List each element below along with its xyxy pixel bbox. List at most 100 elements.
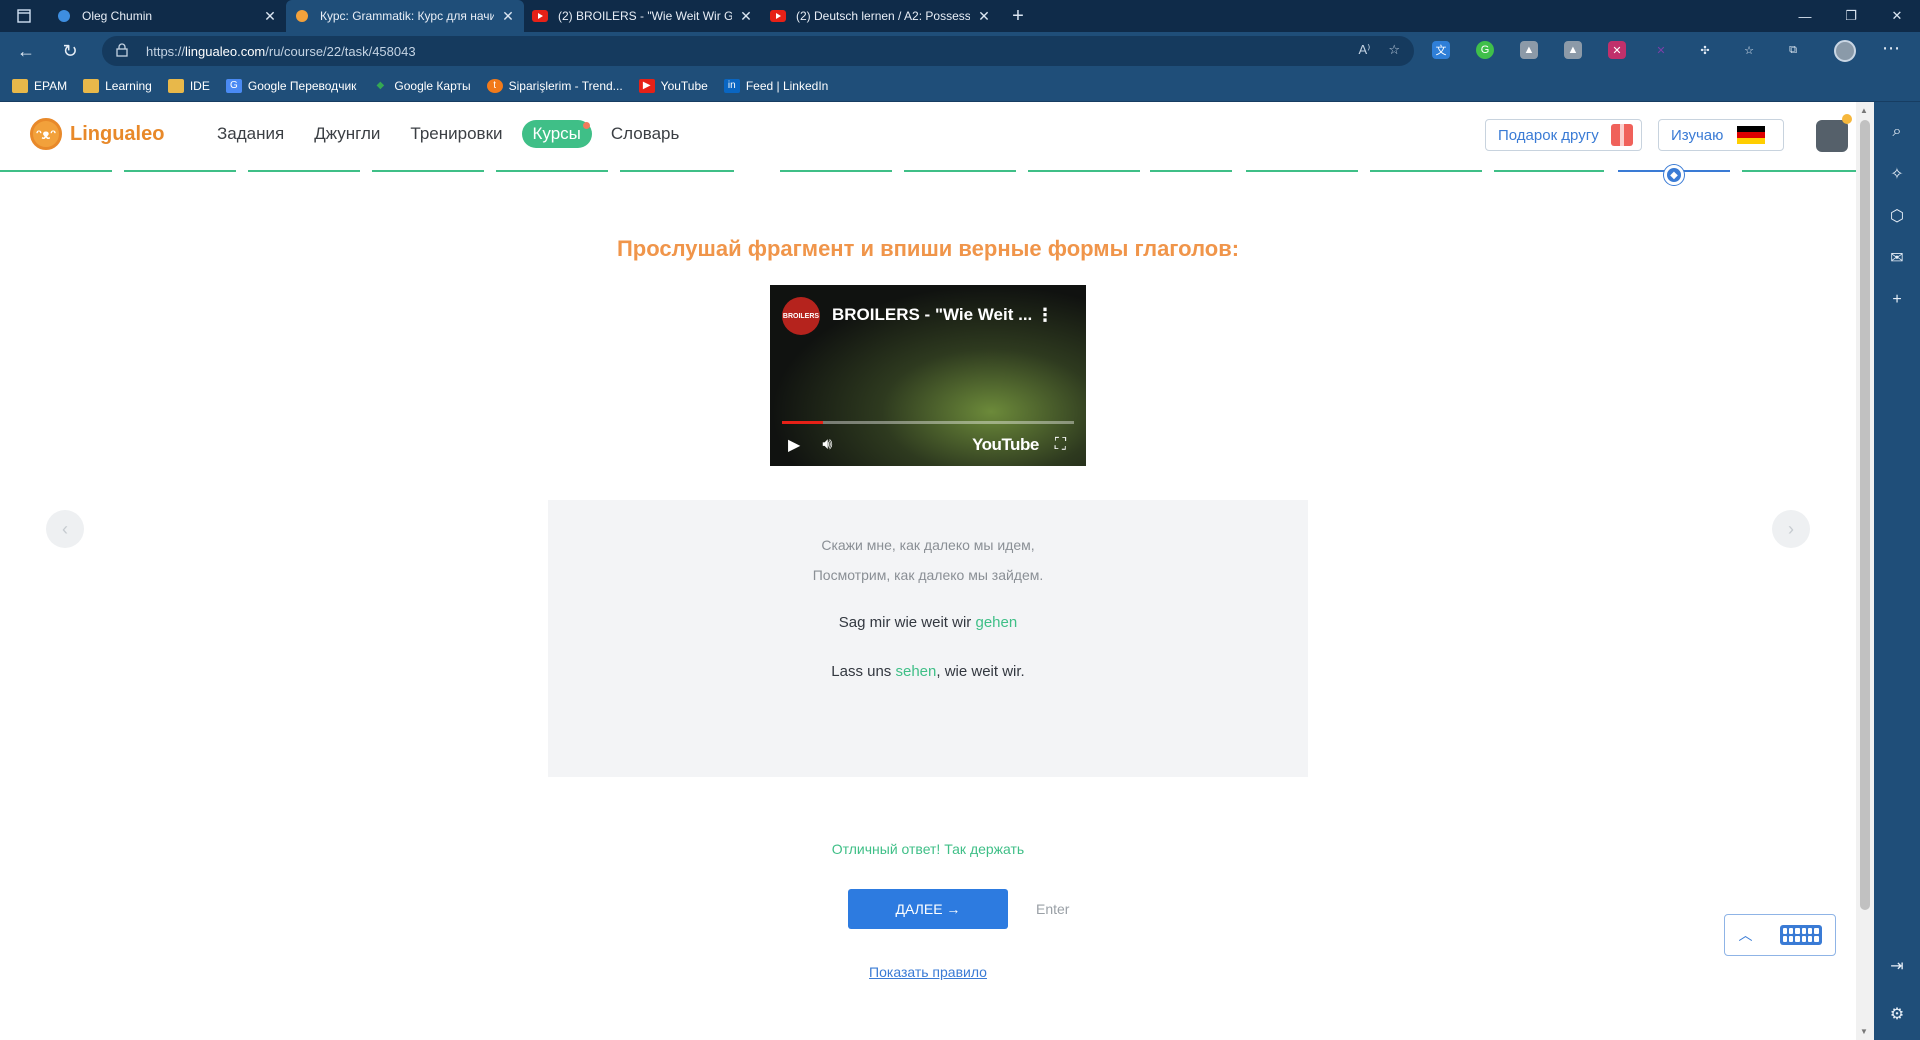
learning-language-button[interactable]: Изучаю — [1658, 119, 1784, 151]
collections-icon[interactable]: ⧉ — [1784, 41, 1802, 59]
progress-segment[interactable] — [620, 170, 734, 172]
folder-icon — [83, 78, 100, 93]
extensions-bar: 文 G ▲ ▲ ✕ ✕ ✣ ☆ ⧉ — [1432, 41, 1802, 59]
nav-tasks[interactable]: Задания — [206, 120, 295, 148]
tab-title: Oleg Chumin — [82, 9, 153, 23]
bookmark-ide[interactable]: IDE — [167, 74, 210, 98]
channel-logo[interactable]: BROILERS — [782, 297, 820, 335]
extension-icon[interactable]: ▲ — [1564, 41, 1582, 59]
back-icon[interactable]: ← — [8, 35, 44, 67]
scroll-up-icon[interactable]: ▲ — [1860, 106, 1868, 115]
browser-tab[interactable]: (2) BROILERS - "Wie Weit Wir Ge ✕ — [524, 0, 762, 32]
progress-segment[interactable] — [904, 170, 1016, 172]
grammarly-extension-icon[interactable]: G — [1476, 41, 1494, 59]
extension-icon[interactable]: ✕ — [1608, 41, 1626, 59]
add-icon[interactable]: + — [1885, 288, 1909, 312]
notification-dot — [582, 122, 590, 129]
progress-segment[interactable] — [248, 170, 360, 172]
progress-segment[interactable] — [1028, 170, 1140, 172]
hide-sidebar-icon[interactable]: ⇥ — [1885, 954, 1909, 978]
address-bar[interactable]: https://lingualeo.com/ru/course/22/task/… — [102, 36, 1414, 66]
translation-line: Скажи мне, как далеко мы идем, — [821, 537, 1035, 553]
tab-actions-icon[interactable] — [0, 0, 48, 32]
youtube-video-player[interactable]: BROILERS BROILERS - "Wie Weit ... ⋮ ▶ 🔊︎… — [770, 285, 1086, 466]
bookmark-linkedin[interactable]: in Feed | LinkedIn — [723, 74, 828, 98]
outlook-icon[interactable]: ✉ — [1885, 246, 1909, 270]
tab-strip: Oleg Chumin ✕ Курс: Grammatik: Курс для … — [0, 0, 1920, 32]
search-icon[interactable]: ⌕ — [1885, 120, 1909, 144]
bookmark-epam[interactable]: EPAM — [12, 74, 67, 98]
progress-segment[interactable] — [1150, 170, 1232, 172]
browser-tab[interactable]: (2) Deutsch lernen / A2: Possessi ✕ — [762, 0, 1000, 32]
scroll-thumb[interactable] — [1860, 120, 1870, 910]
progress-segment[interactable] — [780, 170, 892, 172]
progress-segment[interactable] — [1370, 170, 1482, 172]
url-prefix: https:// — [146, 43, 186, 59]
translation-line: Посмотрим, как далеко мы зайдем. — [812, 567, 1044, 583]
progress-segment[interactable] — [0, 170, 112, 172]
extension-icon[interactable]: ✕ — [1652, 41, 1670, 59]
new-tab-icon[interactable]: + — [1000, 0, 1036, 32]
restore-icon[interactable]: ❐ — [1828, 0, 1874, 32]
refresh-icon[interactable]: ↻ — [52, 35, 88, 67]
bookmark-google-maps[interactable]: ◆ Google Карты — [372, 74, 471, 98]
trendyol-icon: t — [486, 78, 503, 93]
bookmark-trendyol[interactable]: t Siparişlerim - Trend... — [486, 74, 623, 98]
progress-segment[interactable] — [1246, 170, 1358, 172]
extensions-puzzle-icon[interactable]: ✣ — [1696, 41, 1714, 59]
bookmark-learning[interactable]: Learning — [83, 74, 152, 98]
translate-extension-icon[interactable]: 文 — [1432, 41, 1450, 59]
progress-segment[interactable] — [372, 170, 484, 172]
favorites-icon[interactable]: ☆ — [1740, 41, 1758, 59]
more-menu-icon[interactable]: ⋯ — [1882, 38, 1900, 59]
page-scrollbar[interactable]: ▲ ▼ — [1856, 102, 1874, 1040]
browser-tab[interactable]: Oleg Chumin ✕ — [48, 0, 286, 32]
progress-segment[interactable] — [1494, 170, 1604, 172]
previous-task-icon[interactable]: ‹ — [46, 510, 84, 548]
read-aloud-icon[interactable]: A⁾ — [1358, 42, 1370, 58]
close-window-icon[interactable]: ✕ — [1874, 0, 1920, 32]
volume-icon[interactable]: 🔊︎ — [822, 436, 832, 454]
next-button[interactable]: ДАЛЕЕ → — [848, 889, 1008, 929]
progress-segment[interactable] — [496, 170, 608, 172]
nav-courses[interactable]: Курсы — [521, 120, 592, 148]
current-task-marker-icon: ◆ — [1664, 165, 1684, 185]
close-icon[interactable]: ✕ — [738, 8, 754, 25]
youtube-icon: ▶ — [638, 78, 655, 93]
play-icon[interactable]: ▶ — [788, 435, 800, 455]
show-rule-link-text[interactable]: Показать правило — [869, 964, 987, 980]
site-header: ᵔᴥᵔ Lingualeo Задания Джунгли Тренировки… — [0, 102, 1856, 166]
next-task-icon[interactable]: › — [1772, 510, 1810, 548]
answer-field[interactable]: gehen — [975, 614, 1017, 631]
tools-icon[interactable]: ⬡ — [1885, 204, 1909, 228]
extension-icon[interactable]: ▲ — [1520, 41, 1538, 59]
show-rule-link: Показать правило — [0, 964, 1856, 980]
bookmark-youtube[interactable]: ▶ YouTube — [638, 74, 708, 98]
progress-segment[interactable] — [1742, 170, 1856, 172]
progress-segment[interactable] — [124, 170, 236, 172]
bookmark-google-translate[interactable]: G Google Переводчик — [225, 74, 356, 98]
nav-trainings[interactable]: Тренировки — [399, 120, 513, 148]
nav-dictionary[interactable]: Словарь — [600, 120, 690, 148]
favorite-add-icon[interactable]: ☆ — [1388, 42, 1400, 58]
copilot-icon[interactable]: ✧ — [1885, 162, 1909, 186]
profile-avatar[interactable] — [1834, 40, 1856, 62]
minimize-icon[interactable]: — — [1782, 0, 1828, 32]
site-logo[interactable]: ᵔᴥᵔ Lingualeo — [30, 118, 164, 150]
nav-jungle[interactable]: Джунгли — [303, 120, 391, 148]
gift-friend-button[interactable]: Подарок другу — [1485, 119, 1642, 151]
close-icon[interactable]: ✕ — [262, 8, 278, 25]
close-icon[interactable]: ✕ — [500, 8, 516, 25]
scroll-down-icon[interactable]: ▼ — [1860, 1027, 1868, 1036]
browser-tab-active[interactable]: Курс: Grammatik: Курс для начи ✕ — [286, 0, 524, 32]
gear-icon[interactable]: ⚙ — [1885, 1002, 1909, 1026]
virtual-keyboard-toggle[interactable]: ︿ — [1724, 914, 1836, 956]
video-more-icon[interactable]: ⋮ — [1036, 305, 1054, 326]
answer-field[interactable]: sehen — [895, 663, 936, 680]
video-progress-bar[interactable] — [782, 421, 1074, 424]
video-title[interactable]: BROILERS - "Wie Weit ... — [832, 305, 1032, 325]
fullscreen-icon[interactable]: ⛶ — [1055, 436, 1066, 454]
close-icon[interactable]: ✕ — [976, 8, 992, 25]
youtube-brand[interactable]: YouTube — [972, 435, 1039, 455]
user-avatar[interactable] — [1816, 114, 1852, 152]
